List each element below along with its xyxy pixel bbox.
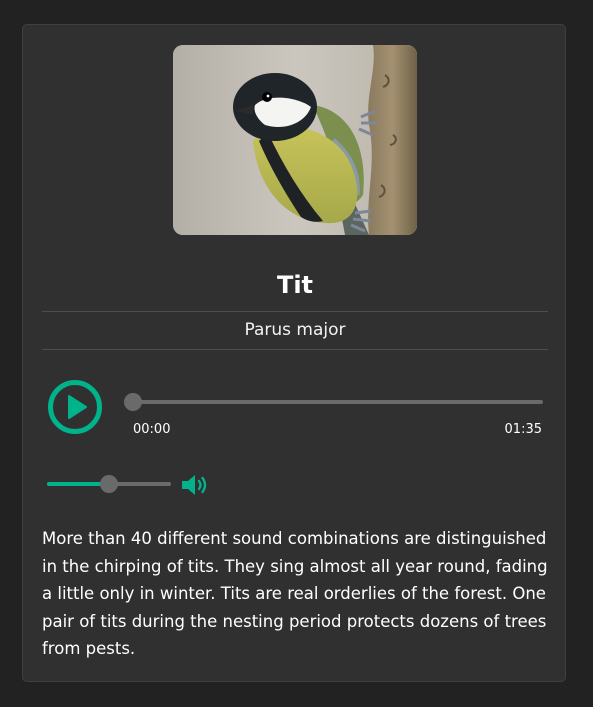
progress-slider[interactable] — [124, 393, 543, 411]
duration: 01:35 — [504, 422, 542, 437]
bird-photo — [173, 45, 417, 235]
current-time: 00:00 — [133, 422, 171, 437]
bird-latin-name: Parus major — [244, 320, 346, 340]
speaker-volume-icon[interactable] — [180, 473, 210, 501]
volume-thumb[interactable] — [100, 475, 118, 493]
bird-name: Tit — [276, 271, 314, 299]
bird-card: Tit Parus major 00:00 01:35 More than 40… — [22, 24, 566, 682]
divider — [42, 311, 548, 312]
progress-thumb[interactable] — [124, 393, 142, 411]
volume-slider[interactable] — [47, 475, 171, 493]
bird-description: More than 40 different sound combination… — [42, 529, 548, 658]
play-icon — [68, 395, 87, 419]
play-button[interactable] — [48, 380, 102, 434]
divider — [42, 349, 548, 350]
